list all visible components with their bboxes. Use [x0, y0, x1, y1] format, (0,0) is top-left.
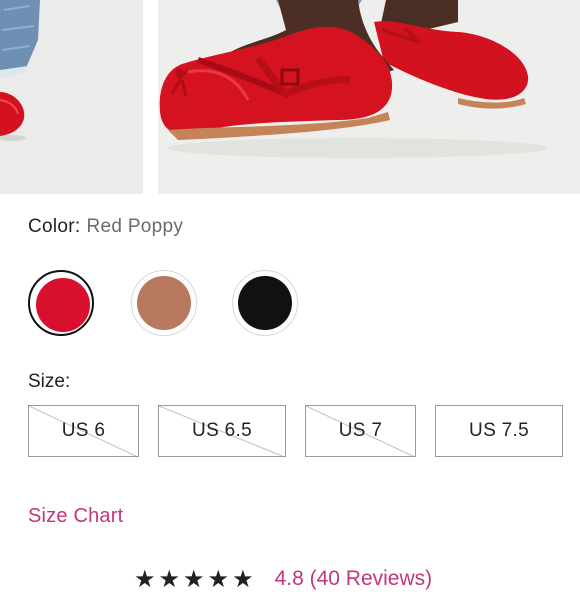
- swatch-fill-red-poppy: [36, 278, 90, 332]
- swatch-copper[interactable]: [131, 270, 197, 336]
- product-image-1[interactable]: [0, 0, 143, 194]
- star-icon: ★: [183, 565, 205, 593]
- reviews-link[interactable]: 4.8 (40 Reviews): [275, 567, 433, 591]
- size-chart-link[interactable]: Size Chart: [28, 505, 123, 528]
- color-label: Color:: [28, 216, 81, 237]
- size-option-label: US 6: [61, 420, 106, 441]
- size-option-label: US 7: [338, 420, 383, 441]
- size-option-us-6-5[interactable]: US 6.5: [158, 405, 286, 457]
- size-option-label: US 6.5: [192, 420, 252, 441]
- product-rating[interactable]: ★ ★ ★ ★ ★ 4.8 (40 Reviews): [134, 564, 432, 594]
- swatch-black[interactable]: [232, 270, 298, 336]
- size-option-us-7[interactable]: US 7: [305, 405, 416, 457]
- product-image-2[interactable]: [158, 0, 580, 194]
- star-icon: ★: [134, 565, 156, 593]
- size-label: Size:: [28, 371, 71, 392]
- star-icon: ★: [158, 565, 181, 593]
- size-option-us-7-5[interactable]: US 7.5: [435, 405, 563, 457]
- swatch-red-poppy[interactable]: [28, 270, 94, 336]
- size-option-us-6[interactable]: US 6: [28, 405, 139, 457]
- selected-color-name: Red Poppy: [86, 216, 184, 237]
- star-icon: ★: [232, 565, 254, 593]
- red-ballet-flats-worn-image: [158, 0, 580, 194]
- red-flat-partial-image: [0, 0, 143, 194]
- swatch-fill-black: [238, 276, 292, 330]
- color-selection-label: Color: Red Poppy: [28, 216, 183, 238]
- star-icon: ★: [207, 565, 230, 593]
- product-image-gallery[interactable]: [0, 0, 580, 194]
- size-option-label: US 7.5: [469, 420, 529, 441]
- swatch-fill-copper: [137, 276, 191, 330]
